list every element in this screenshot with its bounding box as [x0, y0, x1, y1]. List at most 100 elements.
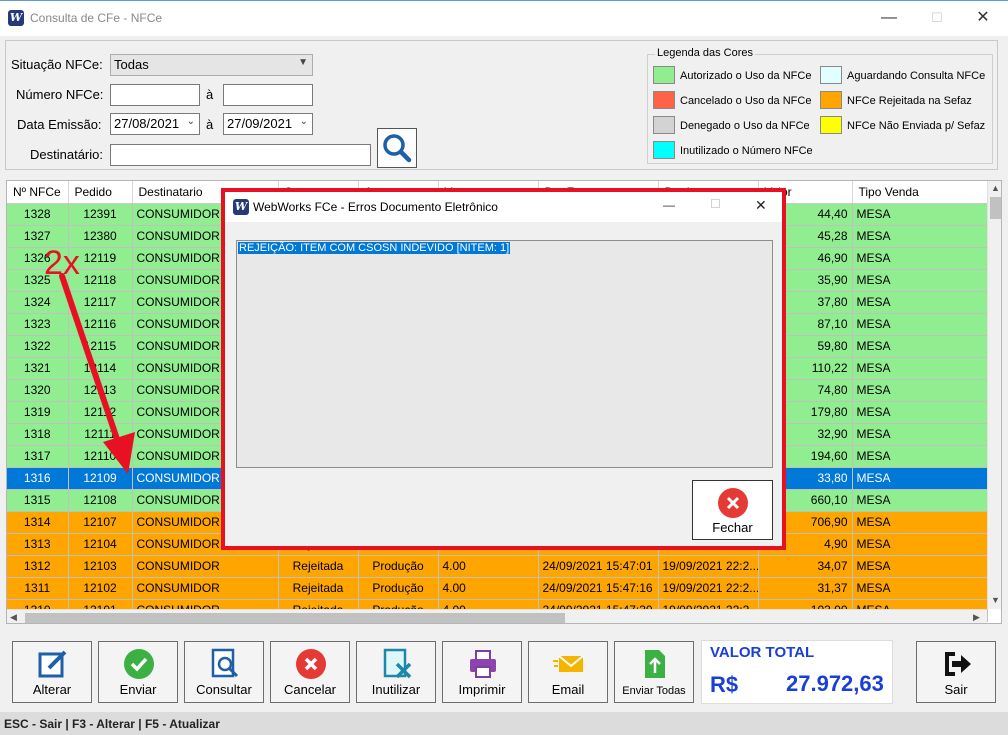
table-cell-ver: 4.00 [438, 577, 539, 600]
valor-total-panel: VALOR TOTAL R$ 27.972,63 [701, 640, 893, 704]
table-row[interactable]: 1311 12102 CONSUMIDOR Rejeitada Produção 4.00… [7, 577, 988, 600]
table-cell-tipo: MESA [852, 401, 988, 424]
table-cell-pedido: 12380 [68, 225, 133, 248]
consultar-label: Consultar [196, 682, 252, 697]
table-cell-amb: Produção [358, 577, 439, 600]
scroll-down-icon[interactable]: ▼ [991, 595, 1000, 605]
numero-to-input[interactable] [223, 84, 313, 106]
destinatario-label: Destinatário: [30, 147, 103, 162]
dialog-title-bar: W WebWorks FCe - Erros Documento Eletrôn… [225, 192, 782, 222]
search-document-icon [211, 648, 239, 678]
chevron-down-icon: ⌄ [299, 116, 308, 127]
table-cell-nfce: 1319 [7, 401, 69, 424]
imprimir-button[interactable]: Imprimir [442, 641, 522, 703]
legend-swatch-denegado [653, 116, 675, 134]
app-logo-icon: W [8, 10, 24, 26]
enviar-todas-button[interactable]: Enviar Todas [614, 641, 694, 703]
printer-icon [470, 650, 496, 678]
inutilizar-label: Inutilizar [371, 682, 421, 697]
vertical-scrollbar[interactable]: ▲ ▼ [987, 181, 1001, 609]
enviar-button[interactable]: Enviar [98, 641, 178, 703]
data-to-picker[interactable]: 27/09/2021 ⌄ [223, 113, 313, 135]
table-cell-ver: 4.00 [438, 555, 539, 578]
table-cell-nfce: 1314 [7, 511, 69, 534]
alterar-button[interactable]: Alterar [12, 641, 92, 703]
legend-label-rejeitada: NFCe Rejeitada na Sefaz [847, 95, 972, 107]
table-cell-pedido: 12118 [68, 269, 133, 292]
table-cell-nfce: 1327 [7, 225, 69, 248]
col-header-nfce[interactable]: Nº NFCe [7, 181, 69, 204]
minimize-button[interactable]: — [866, 3, 912, 33]
maximize-button[interactable]: ☐ [914, 3, 960, 33]
shortcut-hints: ESC - Sair | F3 - Alterar | F5 - Atualiz… [4, 717, 220, 731]
col-header-pedido[interactable]: Pedido [68, 181, 133, 204]
status-bar: ESC - Sair | F3 - Alterar | F5 - Atualiz… [0, 712, 1008, 735]
table-cell-tipo: MESA [852, 335, 988, 358]
data-from-picker[interactable]: 27/08/2021 ⌄ [110, 113, 200, 135]
fechar-button[interactable]: Fechar [692, 480, 773, 540]
data-label: Data Emissão: [17, 117, 102, 132]
email-button[interactable]: Email [528, 641, 608, 703]
legend-label-nao-enviada: NFCe Não Enviada p/ Sefaz [847, 120, 986, 132]
enviar-label: Enviar [119, 682, 157, 697]
cancel-icon [296, 649, 326, 679]
legend-swatch-inutilizado [653, 141, 675, 159]
numero-label: Número NFCe: [16, 87, 104, 102]
scroll-up-icon[interactable]: ▲ [991, 183, 1000, 193]
table-cell-sit: Rejeitada [278, 577, 359, 600]
vertical-scroll-thumb[interactable] [990, 197, 1001, 219]
legend-label-autorizado: Autorizado o Uso da NFCe [680, 70, 812, 82]
table-cell-tipo: MESA [852, 489, 988, 512]
legend-label-aguardando: Aguardando Consulta NFCe [847, 70, 986, 82]
numero-from-input[interactable] [110, 84, 200, 106]
table-cell-tipo: MESA [852, 555, 988, 578]
search-button[interactable] [377, 128, 417, 168]
table-cell-pedido: 12116 [68, 313, 133, 336]
legend-swatch-nao-enviada [820, 116, 842, 134]
inutilizar-button[interactable]: Inutilizar [356, 641, 436, 703]
imprimir-label: Imprimir [458, 682, 506, 697]
consultar-button[interactable]: Consultar [184, 641, 264, 703]
dialog-maximize-button[interactable]: ☐ [710, 197, 721, 211]
col-header-tipo-venda[interactable]: Tipo Venda [852, 181, 988, 204]
table-cell-nfce: 1312 [7, 555, 69, 578]
table-cell-nfce: 1313 [7, 533, 69, 556]
sair-button[interactable]: Sair [916, 641, 996, 703]
cancelar-button[interactable]: Cancelar [270, 641, 350, 703]
table-cell-nfce: 1325 [7, 269, 69, 292]
table-cell-pedido: 12115 [68, 335, 133, 358]
legend-title: Legenda das Cores [655, 47, 756, 59]
data-separator: à [206, 117, 214, 132]
alterar-label: Alterar [32, 682, 72, 697]
table-cell-dest: CONSUMIDOR [132, 577, 279, 600]
table-cell-pedido: 12117 [68, 291, 133, 314]
dialog-close-button[interactable]: ✕ [755, 197, 767, 214]
table-cell-dt2: 19/09/2021 22:2... [658, 555, 759, 578]
color-legend: Legenda das Cores Autorizado o Uso da NF… [647, 47, 993, 164]
situacao-select[interactable]: Todas ▼ [110, 54, 313, 76]
destinatario-input[interactable] [110, 144, 371, 166]
horizontal-scroll-thumb[interactable] [25, 613, 565, 623]
table-cell-tipo: MESA [852, 357, 988, 380]
table-cell-dt2: 19/09/2021 22:2... [658, 577, 759, 600]
error-message-box[interactable]: REJEIÇÃO: ITEM COM CSOSN INDEVIDO [NITEM… [236, 240, 773, 468]
table-cell-pedido: 12108 [68, 489, 133, 512]
table-cell-tipo: MESA [852, 269, 988, 292]
table-row[interactable]: 1312 12103 CONSUMIDOR Rejeitada Produção 4.00… [7, 555, 988, 578]
table-cell-nfce: 1321 [7, 357, 69, 380]
table-cell-tipo: MESA [852, 467, 988, 490]
table-cell-sit: Rejeitada [278, 555, 359, 578]
scroll-right-icon[interactable]: ▶ [973, 612, 980, 623]
horizontal-scrollbar[interactable]: ◀ ▶ [7, 609, 987, 623]
table-cell-nfce: 1320 [7, 379, 69, 402]
table-cell-nfce: 1315 [7, 489, 69, 512]
table-cell-dt1: 24/09/2021 15:47:16 [538, 577, 659, 600]
sair-label: Sair [944, 682, 968, 697]
dialog-minimize-button[interactable]: — [663, 198, 675, 212]
table-cell-tipo: MESA [852, 577, 988, 600]
table-cell-nfce: 1322 [7, 335, 69, 358]
close-button[interactable]: ✕ [960, 3, 1006, 33]
email-icon [553, 655, 584, 672]
situacao-label: Situação NFCe: [11, 57, 103, 72]
scroll-left-icon[interactable]: ◀ [10, 612, 17, 623]
